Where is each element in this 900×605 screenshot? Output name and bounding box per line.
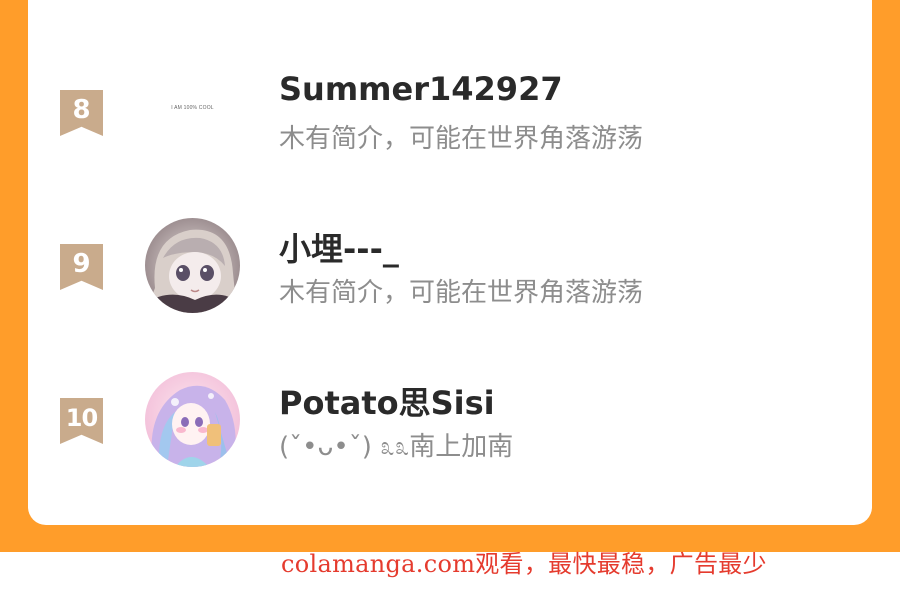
rank-badge: 9 (60, 244, 103, 290)
user-bio: 木有简介，可能在世界角落游荡 (279, 124, 644, 154)
pastel-girl-avatar-icon (145, 372, 240, 467)
site-watermark: colamanga.com观看，最快最稳，广告最少 (281, 550, 767, 578)
username[interactable]: Potato思Sisi (279, 378, 495, 424)
user-bio: (ˇ•ᴗ•ˇ) ೩೩南上加南 (279, 432, 514, 462)
user-bio: 木有简介，可能在世界角落游荡 (279, 278, 644, 308)
anime-girl-avatar-icon (145, 218, 240, 313)
ranking-row[interactable]: 9 小埋---_ 木有简介，可能在世界角落游荡 (0, 216, 900, 326)
rank-badge: 10 (60, 398, 103, 444)
ranking-row[interactable]: 10 Potato思Sisi (ˇ•ᴗ•ˇ) ೩೩南上加南 (0, 370, 900, 480)
avatar[interactable]: I AM 100% COOL (155, 105, 230, 111)
username[interactable]: 小埋---_ (279, 224, 399, 270)
ranking-row[interactable]: 8 I AM 100% COOL Summer142927 木有简介，可能在世界… (0, 62, 900, 172)
avatar[interactable] (145, 372, 240, 467)
avatar[interactable] (145, 218, 240, 313)
rank-badge: 8 (60, 90, 103, 136)
username[interactable]: Summer142927 (279, 70, 563, 108)
